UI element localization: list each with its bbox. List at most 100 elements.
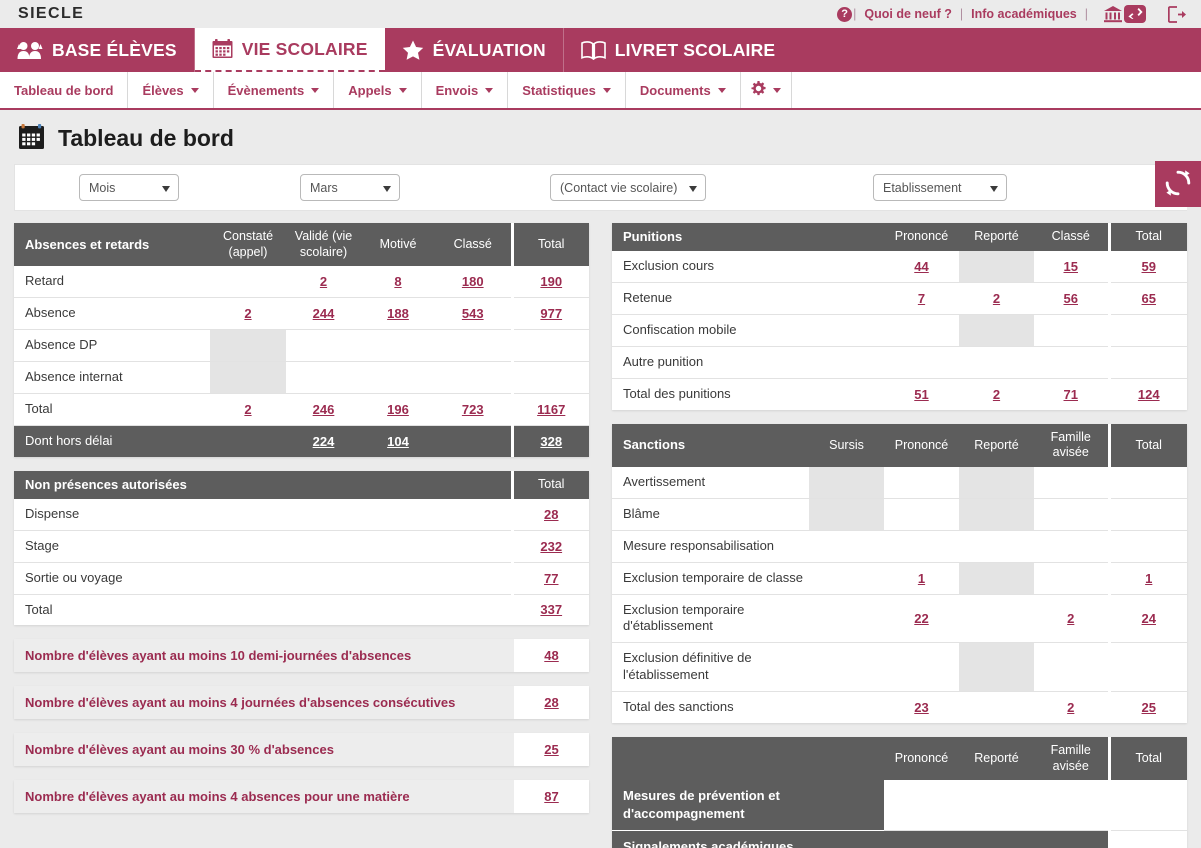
cell-link[interactable]: 543 bbox=[462, 306, 484, 321]
cell-link[interactable]: 1167 bbox=[537, 402, 565, 417]
cell-total[interactable]: 59 bbox=[1107, 251, 1187, 284]
cell-total[interactable]: 77 bbox=[510, 562, 589, 595]
cell-prononce[interactable]: 23 bbox=[884, 691, 959, 723]
period-type-select[interactable]: Mois bbox=[79, 174, 179, 201]
cell-valide[interactable]: 246 bbox=[286, 392, 361, 426]
cell-valide[interactable]: 2 bbox=[286, 266, 361, 299]
whats-new-link[interactable]: Quoi de neuf ? bbox=[857, 7, 959, 21]
logout-icon[interactable] bbox=[1168, 5, 1187, 23]
subnav-item-envois[interactable]: Envois bbox=[422, 72, 509, 108]
cell-link[interactable]: 2 bbox=[320, 274, 327, 289]
cell-link[interactable]: 65 bbox=[1142, 291, 1156, 306]
cell-link[interactable]: 180 bbox=[462, 274, 484, 289]
subnav-item-settings[interactable] bbox=[741, 72, 792, 108]
cell-motive[interactable]: 188 bbox=[361, 297, 435, 331]
stat-box-value[interactable]: 48 bbox=[514, 639, 589, 673]
cell-valide[interactable]: 244 bbox=[286, 297, 361, 331]
cell-link[interactable]: 7 bbox=[918, 291, 925, 306]
stat-box-link[interactable]: 28 bbox=[544, 695, 558, 710]
module-tab-vie-scolaire[interactable]: VIE SCOLAIRE bbox=[194, 28, 385, 72]
cell-link[interactable]: 25 bbox=[1142, 700, 1156, 715]
subnav-item-appels[interactable]: Appels bbox=[334, 72, 422, 108]
cell-reporte[interactable]: 2 bbox=[959, 377, 1034, 410]
stat-box-value[interactable]: 28 bbox=[514, 686, 589, 720]
cell-prononce[interactable]: 7 bbox=[884, 282, 959, 316]
refresh-button[interactable] bbox=[1155, 161, 1201, 207]
cell-classe[interactable]: 56 bbox=[1034, 282, 1109, 316]
cell-link[interactable]: 190 bbox=[540, 274, 562, 289]
cell-classe[interactable]: 723 bbox=[435, 392, 512, 426]
scope-select[interactable]: Etablissement bbox=[873, 174, 1007, 201]
stat-box-value[interactable]: 25 bbox=[514, 733, 589, 767]
cell-link[interactable]: 232 bbox=[540, 539, 562, 554]
contact-select[interactable]: (Contact vie scolaire) bbox=[550, 174, 706, 201]
cell-famille-avisee[interactable]: 2 bbox=[1034, 594, 1109, 644]
cell-motive[interactable]: 8 bbox=[361, 266, 435, 299]
cell-valide[interactable]: 224 bbox=[286, 425, 361, 457]
cell-link[interactable]: 224 bbox=[313, 434, 335, 449]
cell-classe[interactable]: 180 bbox=[435, 266, 512, 299]
period-value-select[interactable]: Mars bbox=[300, 174, 400, 201]
cell-motive[interactable]: 196 bbox=[361, 392, 435, 426]
cell-link[interactable]: 1 bbox=[918, 571, 925, 586]
cell-link[interactable]: 977 bbox=[540, 306, 562, 321]
bank-icon[interactable] bbox=[1103, 5, 1123, 23]
cell-link[interactable]: 2 bbox=[993, 387, 1000, 402]
cell-link[interactable]: 59 bbox=[1142, 259, 1156, 274]
cell-link[interactable]: 77 bbox=[544, 571, 558, 586]
cell-link[interactable]: 22 bbox=[914, 611, 928, 626]
cell-total[interactable]: 1 bbox=[1107, 562, 1187, 595]
cell-link[interactable]: 24 bbox=[1142, 611, 1156, 626]
cell-link[interactable]: 2 bbox=[244, 306, 251, 321]
subnav-item-tableau-de-bord[interactable]: Tableau de bord bbox=[0, 72, 129, 108]
cell-link[interactable]: 188 bbox=[387, 306, 409, 321]
subnav-item-eleves[interactable]: Élèves bbox=[128, 72, 214, 108]
cell-total[interactable]: 977 bbox=[510, 297, 589, 331]
cell-prononce[interactable]: 51 bbox=[884, 377, 959, 410]
academic-info-link[interactable]: Info académiques bbox=[964, 7, 1084, 21]
cell-classe[interactable]: 543 bbox=[435, 297, 512, 331]
cell-link[interactable]: 44 bbox=[914, 259, 928, 274]
cell-reporte[interactable]: 2 bbox=[959, 282, 1034, 316]
cell-prononce[interactable]: 1 bbox=[884, 562, 959, 595]
cell-link[interactable]: 104 bbox=[387, 434, 409, 449]
cell-link[interactable]: 2 bbox=[1067, 700, 1074, 715]
cell-prononce[interactable]: 44 bbox=[884, 251, 959, 284]
stat-box-link[interactable]: 25 bbox=[544, 742, 558, 757]
stat-box-value[interactable]: 87 bbox=[514, 780, 589, 814]
cell-total[interactable]: 124 bbox=[1107, 377, 1187, 410]
cell-constate[interactable]: 2 bbox=[210, 297, 286, 331]
cell-link[interactable]: 723 bbox=[462, 402, 484, 417]
cell-total[interactable]: 25 bbox=[1107, 691, 1187, 723]
help-icon[interactable]: ? bbox=[837, 6, 853, 22]
module-tab-livret-scolaire[interactable]: LIVRET SCOLAIRE bbox=[564, 28, 793, 72]
stat-box-link[interactable]: 48 bbox=[544, 648, 558, 663]
cell-link[interactable]: 2 bbox=[1067, 611, 1074, 626]
subnav-item-evenements[interactable]: Évènements bbox=[214, 72, 335, 108]
cell-link[interactable]: 56 bbox=[1064, 291, 1078, 306]
cell-total[interactable]: 65 bbox=[1107, 282, 1187, 316]
cell-link[interactable]: 1 bbox=[1145, 571, 1152, 586]
cell-constate[interactable]: 2 bbox=[210, 392, 286, 426]
cell-link[interactable]: 337 bbox=[540, 602, 562, 617]
module-tab-evaluation[interactable]: ÉVALUATION bbox=[385, 28, 564, 72]
cell-link[interactable]: 51 bbox=[914, 387, 928, 402]
cell-link[interactable]: 244 bbox=[313, 306, 335, 321]
cell-link[interactable]: 246 bbox=[313, 402, 335, 417]
cell-total[interactable]: 337 bbox=[510, 593, 589, 626]
subnav-item-statistiques[interactable]: Statistiques bbox=[508, 72, 626, 108]
cell-link[interactable]: 8 bbox=[394, 274, 401, 289]
cell-link[interactable]: 196 bbox=[387, 402, 409, 417]
cell-total[interactable]: 1167 bbox=[510, 392, 589, 426]
cell-prononce[interactable]: 22 bbox=[884, 594, 959, 644]
cell-total[interactable]: 28 bbox=[510, 498, 589, 531]
subnav-item-documents[interactable]: Documents bbox=[626, 72, 741, 108]
cell-link[interactable]: 124 bbox=[1138, 387, 1160, 402]
cell-link[interactable]: 28 bbox=[544, 507, 558, 522]
cell-famille-avisee[interactable]: 2 bbox=[1034, 691, 1109, 723]
module-tab-base-eleves[interactable]: BASE ÉLÈVES bbox=[0, 28, 195, 72]
cell-link[interactable]: 328 bbox=[540, 434, 562, 449]
cell-total[interactable]: 232 bbox=[510, 530, 589, 563]
swap-icon[interactable] bbox=[1124, 5, 1146, 23]
stat-box-link[interactable]: 87 bbox=[544, 789, 558, 804]
